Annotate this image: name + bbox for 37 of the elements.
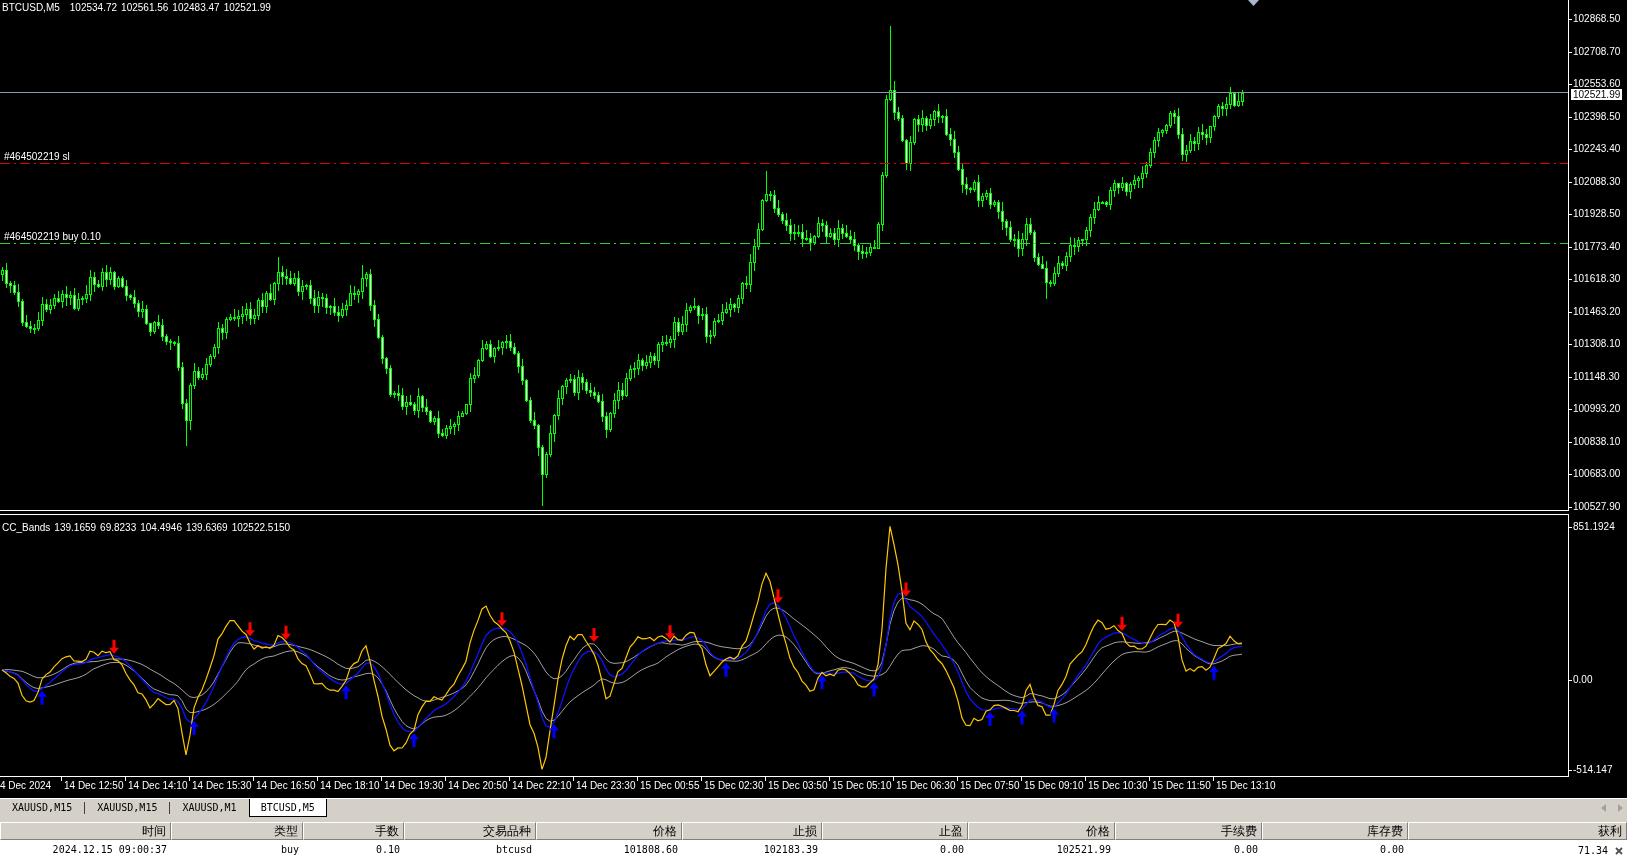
current-price-label: 102521.99 [1571,89,1623,100]
column-header[interactable]: 手数 [303,822,404,840]
column-header[interactable]: 库存费 [1262,822,1408,840]
column-header[interactable]: 止盈 [822,822,968,840]
time-tick-label: 4 Dec 2024 [0,781,53,791]
chart-tab[interactable]: XAUUSD,M15 [0,799,85,817]
chart-symbol: BTCUSD,M5 [2,2,60,13]
table-cell-text: 102521.99 [1055,843,1112,857]
column-header[interactable]: 手续费 [1115,822,1262,840]
order-line-label: #464502219 sl [4,151,70,162]
chart-tab[interactable]: BTCUSD,M5 [248,799,327,817]
table-cell-text: 2024.12.15 09:00:37 [51,843,168,857]
table-cell-text: 0.00 [1232,843,1259,857]
price-value: 102561.56 [121,2,169,13]
column-header[interactable]: 类型 [171,822,303,840]
table-cell-text: buy [279,843,300,857]
column-header[interactable]: 时间 [0,822,171,840]
triangle-icon[interactable] [1248,0,1259,6]
column-header[interactable]: 交易品种 [404,822,536,840]
chart-tab[interactable]: XAUUSD,M15 [85,799,170,817]
column-header[interactable]: 获利 [1408,822,1627,840]
table-cell-text: 0.00 [938,843,965,857]
table-cell-text: 71.34 [1577,843,1608,858]
table-cell-text: 0.00 [1378,843,1405,857]
column-header[interactable]: 价格 [968,822,1115,840]
table-cell-text: 0.10 [374,843,401,857]
column-header[interactable]: 价格 [536,822,682,840]
price-value: 102483.47 [172,2,220,13]
table-cell-text: 102183.39 [762,843,819,857]
close-icon[interactable] [1615,846,1623,855]
price-value: 102534.72 [69,2,118,13]
chart-tab[interactable]: XAUUSD,M1 [170,799,249,817]
price-value: 102521.99 [223,2,271,13]
order-line-label: #464502219 buy 0.10 [4,231,101,242]
table-cell-text: btcusd [494,843,533,857]
column-header[interactable]: 止损 [682,822,822,840]
table-cell-text: 101808.60 [622,843,679,857]
